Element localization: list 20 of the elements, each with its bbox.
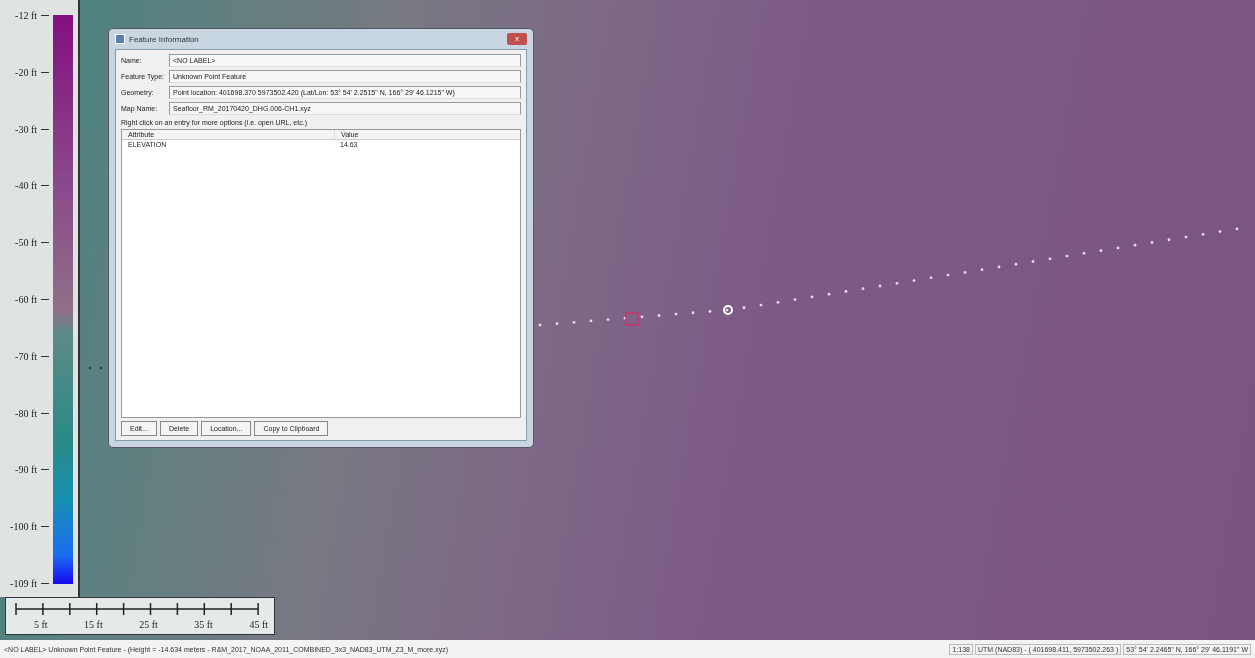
depth-label: -12 ft <box>15 10 37 21</box>
map-view[interactable] <box>0 0 1255 640</box>
app-icon <box>115 34 125 44</box>
depth-label: -20 ft <box>15 66 37 78</box>
scale-label: 45 ft <box>249 619 268 630</box>
scale-label: 25 ft <box>139 619 158 630</box>
depth-label: -60 ft <box>15 294 37 305</box>
depth-label: -70 ft <box>15 350 37 362</box>
depth-label: -109 ft <box>10 577 37 589</box>
scale-label: 5 ft <box>34 619 48 630</box>
scale-label: 15 ft <box>84 619 103 630</box>
depth-label: -50 ft <box>15 237 37 249</box>
scale-label: 35 ft <box>194 619 213 630</box>
depth-label: -80 ft <box>15 407 37 419</box>
close-button[interactable]: x <box>507 33 527 45</box>
depth-label: -40 ft <box>15 180 37 192</box>
depth-label: -30 ft <box>15 123 37 135</box>
depth-label: -100 ft <box>10 521 37 533</box>
depth-label: -90 ft <box>15 464 37 476</box>
window-title: Feature Information <box>129 34 200 44</box>
